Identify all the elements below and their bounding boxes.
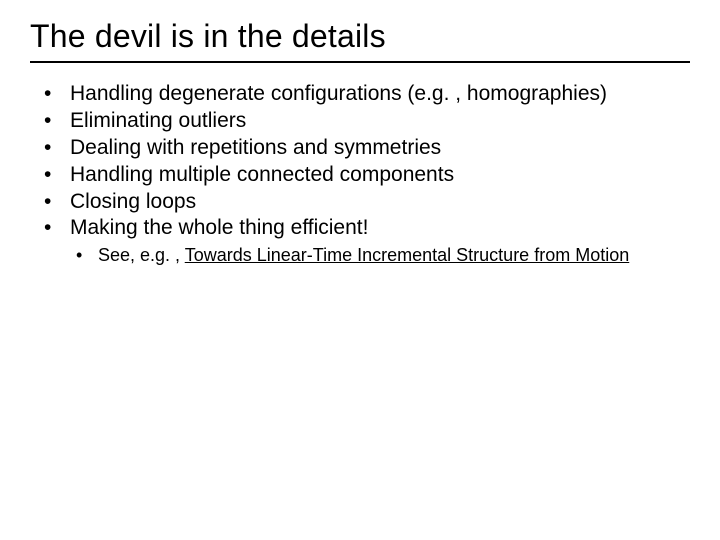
bullet-item: Handling degenerate configurations (e.g.… [40,81,690,108]
bullet-item: Closing loops [40,189,690,216]
sub-bullet-item: See, e.g. , Towards Linear-Time Incremen… [74,244,690,267]
title-underline [30,61,690,63]
reference-link[interactable]: Towards Linear-Time Incremental Structur… [185,245,630,265]
main-bullet-list: Handling degenerate configurations (e.g.… [30,81,690,242]
bullet-item: Handling multiple connected components [40,162,690,189]
slide-title: The devil is in the details [30,18,690,55]
slide: The devil is in the details Handling deg… [0,0,720,267]
bullet-item: Eliminating outliers [40,108,690,135]
bullet-item: Dealing with repetitions and symmetries [40,135,690,162]
sub-bullet-prefix: See, e.g. , [98,245,185,265]
bullet-item: Making the whole thing efficient! [40,215,690,242]
sub-bullet-list: See, e.g. , Towards Linear-Time Incremen… [30,244,690,267]
